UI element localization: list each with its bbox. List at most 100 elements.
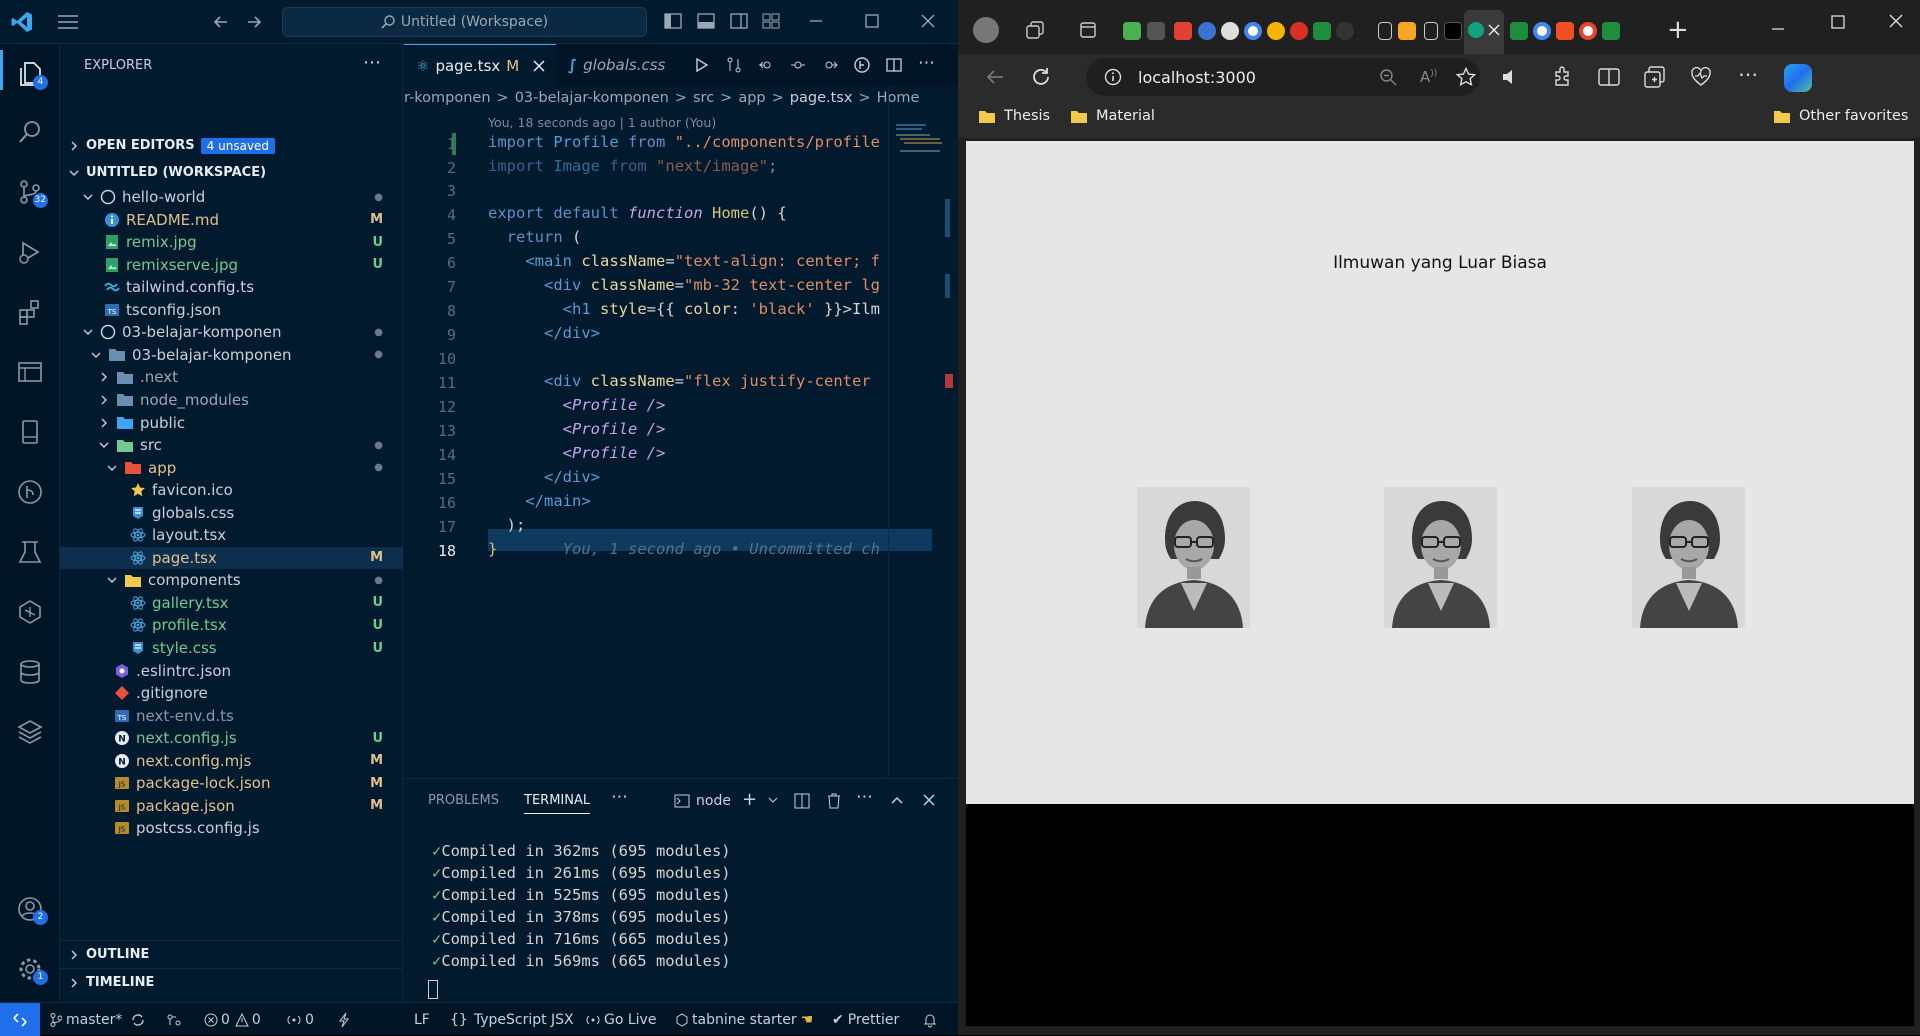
tabnine-indicator[interactable]: tabnine starter ☚ <box>676 1003 813 1036</box>
page-tab-icon[interactable] <box>1378 22 1392 40</box>
components-folder[interactable]: components ● <box>60 569 403 591</box>
maximize-panel-icon[interactable] <box>890 794 904 806</box>
breadcrumb-item[interactable]: 03-belajar-komponen <box>515 90 669 106</box>
compare-changes-icon[interactable] <box>726 57 742 73</box>
git-graph-status-icon[interactable] <box>166 1003 182 1036</box>
workspace-section[interactable]: UNTITLED (WORKSPACE) <box>60 159 403 186</box>
collections-icon[interactable] <box>1644 66 1666 88</box>
source-control-icon[interactable]: 32 <box>10 172 50 212</box>
remote-icon[interactable] <box>0 1003 40 1036</box>
back-arrow-icon[interactable] <box>212 13 230 31</box>
code-line-15[interactable]: </div> <box>488 468 600 486</box>
app-folder[interactable]: app ● <box>60 457 403 479</box>
split-screen-icon[interactable] <box>1598 67 1620 87</box>
next-config-mjs-file[interactable]: Nnext.config.mjs M <box>60 750 403 772</box>
device-icon[interactable] <box>10 412 50 452</box>
gmail-tab-icon[interactable] <box>1174 22 1192 40</box>
favicon-file[interactable]: favicon.ico <box>60 479 403 501</box>
close-window-icon[interactable] <box>920 13 936 29</box>
new-terminal-icon[interactable]: + <box>742 789 757 810</box>
tab-actions-icon[interactable] <box>1080 22 1096 38</box>
branch-indicator[interactable]: master* <box>50 1003 122 1036</box>
code-line-7[interactable]: <div className="mb-32 text-center lg <box>488 276 880 294</box>
code-line-4[interactable]: export default function Home() { <box>488 204 787 222</box>
code-line-13[interactable]: <Profile /> <box>488 420 666 438</box>
page-tsx-file[interactable]: page.tsx M <box>60 546 403 569</box>
chevron-down-icon[interactable] <box>768 795 778 805</box>
split-editor-icon[interactable] <box>886 57 902 73</box>
favorite-star-icon[interactable] <box>1456 67 1476 87</box>
code-line-5[interactable]: return ( <box>488 228 582 246</box>
language-indicator[interactable]: {} TypeScript JSX <box>450 1003 574 1036</box>
panel-more-icon[interactable]: ⋯ <box>611 787 628 807</box>
code-line-6[interactable]: <main className="text-align: center; f <box>488 252 880 270</box>
sheets-tab-icon[interactable] <box>1313 22 1331 40</box>
minimize-icon[interactable] <box>808 14 824 28</box>
back-arrow-icon[interactable] <box>984 66 1006 88</box>
favorite-material[interactable]: Material <box>1070 108 1155 124</box>
refresh-icon[interactable] <box>1030 66 1052 88</box>
settings-more-icon[interactable]: ⋯ <box>1738 62 1758 86</box>
gitignore-file[interactable]: .gitignore <box>60 682 403 704</box>
readme-file[interactable]: README.md M <box>60 209 403 231</box>
forward-arrow-icon[interactable] <box>245 13 263 31</box>
active-tab[interactable] <box>1464 10 1504 54</box>
lightning-icon[interactable] <box>338 1003 350 1036</box>
address-bar[interactable]: localhost:3000 A)) <box>1086 58 1480 96</box>
code-line-8[interactable]: <h1 style={{ color: 'black' }}>Ilm <box>488 300 880 318</box>
tab-page-tsx[interactable]: ⚛ page.tsx M <box>404 44 556 86</box>
layers-icon[interactable] <box>10 712 50 752</box>
zoom-icon[interactable] <box>1379 68 1397 86</box>
run-icon[interactable] <box>694 57 710 73</box>
tab-problems[interactable]: PROBLEMS <box>428 793 499 808</box>
database-icon[interactable] <box>10 652 50 692</box>
close-tab-icon[interactable] <box>1488 24 1500 36</box>
belajar-komponen-folder[interactable]: 03-belajar-komponen ● <box>60 344 403 366</box>
tab-favicon-icon[interactable] <box>1398 22 1416 40</box>
style-css-file[interactable]: style.css U <box>60 637 403 659</box>
node-modules-folder[interactable]: node_modules <box>60 389 403 411</box>
code-line-12[interactable]: <Profile /> <box>488 396 666 414</box>
code-line-14[interactable]: <Profile /> <box>488 444 666 462</box>
customize-layout-icon[interactable] <box>762 13 780 29</box>
search-icon[interactable] <box>10 112 50 152</box>
package-lock-file[interactable]: JS package-lock.json M <box>60 772 403 794</box>
toggle-secondary-sidebar-icon[interactable] <box>730 13 748 29</box>
breadcrumb-item[interactable]: Home <box>877 90 920 106</box>
next-env-file[interactable]: TS next-env.d.ts <box>60 705 403 727</box>
toggle-sidebar-icon[interactable] <box>664 13 682 29</box>
split-terminal-icon[interactable] <box>794 793 810 809</box>
close-panel-icon[interactable] <box>922 793 936 807</box>
remixserve-jpg-file[interactable]: remixserve.jpg U <box>60 254 403 276</box>
terminal-more-icon[interactable]: ⋯ <box>856 787 873 807</box>
globals-css-file[interactable]: globals.css <box>60 502 403 524</box>
terminal-cursor[interactable] <box>428 980 438 999</box>
ports-indicator[interactable]: 0 <box>286 1003 314 1036</box>
breadcrumb-item[interactable]: r-komponen <box>404 90 491 106</box>
go-live-button[interactable]: Go Live <box>586 1003 656 1036</box>
code-line-16[interactable]: </main> <box>488 492 590 510</box>
tab-terminal[interactable]: TERMINAL <box>524 793 591 814</box>
favorite-thesis[interactable]: Thesis <box>978 108 1050 124</box>
package-json-file[interactable]: JS package.json M <box>60 795 403 817</box>
terminal-selector[interactable]: node <box>674 793 731 809</box>
explorer-icon[interactable]: 4 <box>10 54 50 94</box>
remix-jpg-file[interactable]: remix.jpg U <box>60 231 403 253</box>
public-folder[interactable]: public <box>60 412 403 434</box>
tailwind-config-file[interactable]: tailwind.config.ts <box>60 276 403 298</box>
gallery-tsx-file[interactable]: gallery.tsx U <box>60 592 403 614</box>
toggle-panel-icon[interactable] <box>697 13 715 29</box>
tab-favicon-icon[interactable] <box>1147 22 1165 40</box>
tab-globals-css[interactable]: ∫ globals.css <box>558 44 682 86</box>
google-tab-icon[interactable] <box>1579 22 1597 40</box>
open-editors-section[interactable]: OPEN EDITORS 4 unsaved <box>60 132 403 159</box>
code-line-2[interactable]: import Image from "next/image"; <box>488 157 777 175</box>
tab-favicon-icon[interactable] <box>1198 22 1216 40</box>
read-aloud-icon[interactable]: A)) <box>1420 68 1437 86</box>
minimize-icon[interactable] <box>1770 22 1786 36</box>
previous-change-icon[interactable] <box>758 57 774 73</box>
src-folder[interactable]: src ● <box>60 434 403 456</box>
outline-section[interactable]: OUTLINE <box>60 940 403 968</box>
code-line-9[interactable]: </div> <box>488 324 600 342</box>
layout-tsx-file[interactable]: layout.tsx <box>60 524 403 546</box>
